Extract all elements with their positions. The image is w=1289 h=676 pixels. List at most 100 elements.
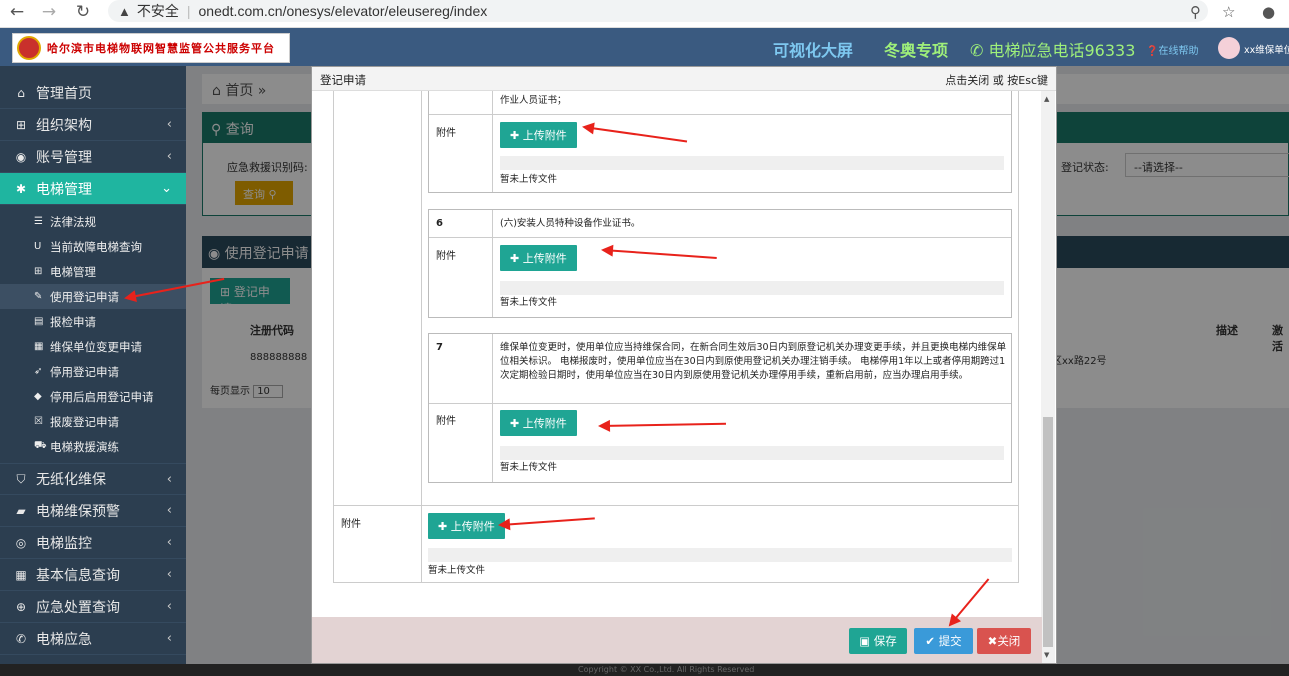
sub-item-restart[interactable]: ◆ 停用后启用登记申请 (0, 384, 186, 409)
sidebar-item-org[interactable]: ⊞ 组织架构 ‹ (0, 109, 186, 141)
copyright-text: Copyright © XX Co.,Ltd. All Rights Reser… (578, 665, 755, 674)
submit-button[interactable]: ✔ 提交 (914, 628, 973, 654)
screen-link[interactable]: 可视化大屏 (773, 37, 853, 61)
upload-button-6[interactable]: ✚ 上传附件 (500, 245, 577, 271)
check-icon: ✔ (925, 634, 935, 648)
modal-footer: ▣ 保存 ✔ 提交 ✖ 关闭 (312, 617, 1042, 663)
general-attach-label: 附件 (341, 519, 361, 530)
sidebar: ⌂ 管理首页 ⊞ 组织架构 ‹ ◉ 账号管理 ‹ ✱ 电梯管理 ⌄ ☰ 法律法规 U 当前故障电梯… (0, 66, 186, 676)
file-bar (500, 281, 1004, 295)
sub-item-fault[interactable]: U 当前故障电梯查询 (0, 234, 186, 259)
address-bar[interactable]: ▲ 不安全 | onedt.com.cn/onesys/elevator/ele… (108, 0, 1208, 22)
attach-label: 附件 (436, 251, 456, 262)
olympics-link[interactable]: 冬奥专项 (884, 37, 948, 61)
chevron-left-icon: ‹ (166, 535, 172, 550)
phone-icon: ✆ (15, 631, 27, 646)
page-footer: Copyright © XX Co.,Ltd. All Rights Reser… (0, 664, 1289, 676)
rocket-icon: ➶ (34, 366, 43, 377)
attach-label: 附件 (436, 128, 456, 139)
sidebar-item-monitor[interactable]: ◎ 电梯监控 ‹ (0, 527, 186, 559)
sidebar-submenu: ☰ 法律法规 U 当前故障电梯查询 ⊞ 电梯管理 ✎ 使用登记申请 ▤ 报检申请 ▦ 维保单… (0, 205, 186, 463)
zoom-icon[interactable]: ⚲ (1190, 3, 1201, 21)
sub-item-drill[interactable]: ⛟ 电梯救援演练 (0, 434, 186, 459)
ambulance-icon: ⛟ (34, 440, 47, 451)
save-button[interactable]: ▣ 保存 (849, 628, 907, 654)
forward-icon[interactable]: → (38, 2, 60, 22)
reg-apply-modal: 登记申请 点击关闭 或 按Esc键 作业人员证书； 附件 ✚ 上传附件 暂未上传… (311, 66, 1057, 664)
item-7-text: 维保单位变更时，使用单位应当持维保合同，在新合同生效后30日内到原登记机关办理变… (500, 342, 1007, 381)
chevron-left-icon: ‹ (166, 567, 172, 582)
file-bar (428, 548, 1012, 562)
upload-button-5[interactable]: ✚ 上传附件 (500, 122, 577, 148)
chevron-left-icon: ‹ (166, 503, 172, 518)
close-button[interactable]: ✖ 关闭 (977, 628, 1031, 654)
table-icon: ▦ (15, 567, 27, 582)
sidebar-item-paperless[interactable]: ⛉ 无纸化维保 ‹ (0, 463, 186, 495)
scroll-thumb[interactable] (1043, 417, 1053, 647)
user-name[interactable]: xx维保单位 (1244, 42, 1289, 56)
seal-icon (17, 36, 41, 60)
no-file-text: 暂未上传文件 (500, 174, 558, 185)
logo-text: 哈尔滨市电梯物联网智慧监管公共服务平台 (47, 43, 275, 55)
item-6-text: (六)安装人员特种设备作业证书。 (500, 218, 641, 229)
form-table: 作业人员证书； 附件 ✚ 上传附件 暂未上传文件 6 (六)安装人员特种设备作业… (333, 91, 1019, 583)
item-5-box: 作业人员证书； 附件 ✚ 上传附件 暂未上传文件 (428, 91, 1012, 193)
security-label: 不安全 (136, 3, 179, 19)
chevron-left-icon: ‹ (166, 631, 172, 646)
edit-icon: ✎ (34, 291, 43, 302)
sub-item-use-reg[interactable]: ✎ 使用登记申请 (0, 284, 186, 309)
grid-icon: ▦ (34, 341, 44, 352)
sidebar-item-home[interactable]: ⌂ 管理首页 (0, 77, 186, 109)
sub-item-law[interactable]: ☰ 法律法规 (0, 209, 186, 234)
sub-item-scrap[interactable]: ☒ 报废登记申请 (0, 409, 186, 434)
profile-icon[interactable]: ● (1262, 3, 1275, 21)
list-icon: ☰ (34, 216, 43, 227)
no-file-text: 暂未上传文件 (428, 565, 486, 576)
lifebuoy-icon: ⊕ (15, 599, 27, 614)
modal-body: 作业人员证书； 附件 ✚ 上传附件 暂未上传文件 6 (六)安装人员特种设备作业… (312, 91, 1042, 617)
item-5-text: 作业人员证书； (500, 95, 567, 106)
avatar[interactable] (1218, 37, 1240, 59)
warning-icon: ▲ (118, 3, 131, 19)
asterisk-icon: ✱ (15, 181, 27, 196)
item-7-num: 7 (436, 342, 443, 353)
chevron-left-icon: ‹ (166, 471, 172, 487)
modal-scrollbar[interactable]: ▲ ▼ (1041, 91, 1055, 663)
magnet-icon: U (34, 241, 42, 252)
scroll-down-icon[interactable]: ▼ (1044, 651, 1049, 659)
scroll-up-icon[interactable]: ▲ (1044, 95, 1049, 103)
file-icon: ▤ (34, 316, 44, 327)
upload-button-general[interactable]: ✚ 上传附件 (428, 513, 505, 539)
no-file-text: 暂未上传文件 (500, 297, 558, 308)
sub-item-manage[interactable]: ⊞ 电梯管理 (0, 259, 186, 284)
reload-icon[interactable]: ↻ (72, 2, 94, 22)
sub-item-maint-change[interactable]: ▦ 维保单位变更申请 (0, 334, 186, 359)
box-icon: ☒ (34, 416, 43, 427)
sub-item-inspect[interactable]: ▤ 报检申请 (0, 309, 186, 334)
modal-close-hint[interactable]: 点击关闭 或 按Esc键 (945, 72, 1048, 88)
sub-item-stop[interactable]: ➶ 停用登记申请 (0, 359, 186, 384)
attach-label: 附件 (436, 416, 456, 427)
file-bar (500, 156, 1004, 170)
upload-button-7[interactable]: ✚ 上传附件 (500, 410, 577, 436)
sidebar-item-emergency-query[interactable]: ⊕ 应急处置查询 ‹ (0, 591, 186, 623)
shield-icon: ⛉ (16, 471, 26, 486)
sidebar-item-warning[interactable]: ▰ 电梯维保预警 ‹ (0, 495, 186, 527)
url-text: onedt.com.cn/onesys/elevator/eleusereg/i… (198, 3, 488, 19)
browser-toolbar: ← → ↻ ▲ 不安全 | onedt.com.cn/onesys/elevat… (0, 0, 1289, 28)
sidebar-item-basic[interactable]: ▦ 基本信息查询 ‹ (0, 559, 186, 591)
file-bar (500, 446, 1004, 460)
hotline-text: ✆ 电梯应急电话96333 (970, 41, 1136, 60)
sidebar-item-account[interactable]: ◉ 账号管理 ‹ (0, 141, 186, 173)
sidebar-item-elevator[interactable]: ✱ 电梯管理 ⌄ (0, 173, 186, 205)
sidebar-item-emergency[interactable]: ✆ 电梯应急 ‹ (0, 623, 186, 655)
chevron-left-icon: ‹ (166, 599, 172, 614)
chevron-left-icon: ‹ (166, 117, 172, 132)
no-file-text: 暂未上传文件 (500, 462, 558, 473)
sitemap-icon: ⊞ (34, 266, 43, 277)
tag-icon: ◆ (34, 391, 42, 402)
star-icon[interactable]: ☆ (1222, 3, 1235, 21)
help-link[interactable]: ❓在线帮助 (1146, 42, 1198, 57)
back-icon[interactable]: ← (6, 2, 28, 22)
chevron-down-icon: ⌄ (161, 181, 172, 196)
